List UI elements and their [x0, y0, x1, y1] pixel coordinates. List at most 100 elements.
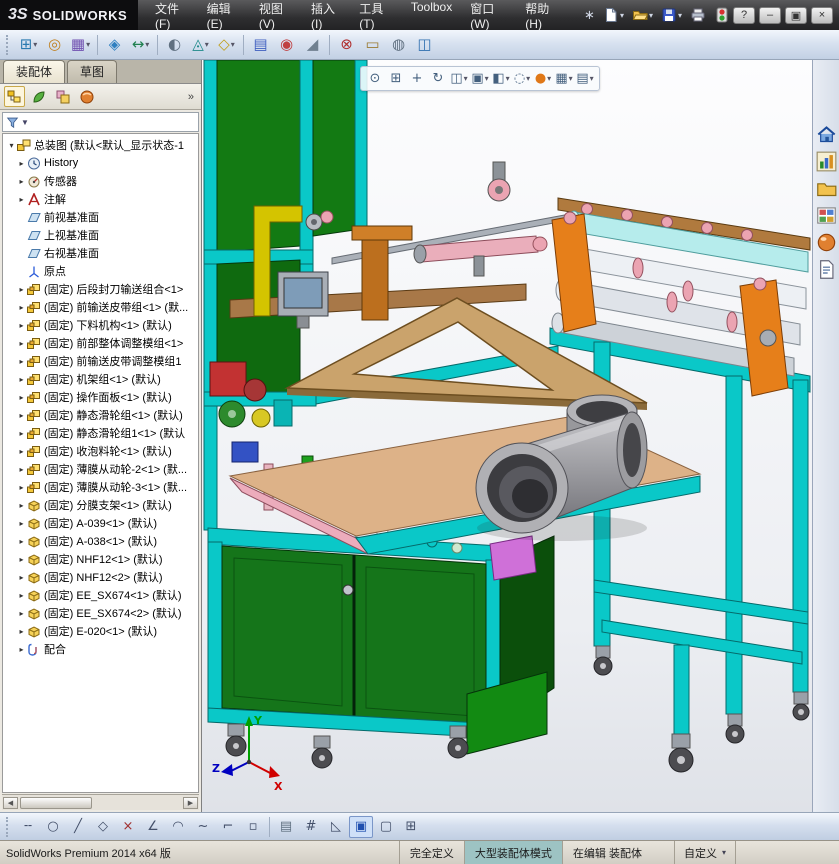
expand-icon[interactable]: ▸ — [16, 483, 27, 492]
save-document-button[interactable]: ▾ — [658, 5, 685, 25]
mass-properties-button[interactable]: ◍ — [386, 33, 411, 57]
show-hidden-components-button[interactable]: ◐ — [162, 33, 187, 57]
file-explorer-tab[interactable] — [816, 178, 837, 199]
tree-item-24[interactable]: ▸ (固定) NHF12<2> (默认) — [3, 568, 198, 586]
interference-detection-button[interactable]: ⊗ — [334, 33, 359, 57]
pan-button[interactable]: + — [407, 68, 427, 89]
tree-item-15[interactable]: ▸ (固定) 静态滑轮组<1> (默认) — [3, 406, 198, 424]
expand-icon[interactable]: ▸ — [16, 339, 27, 348]
3d-scene[interactable]: Y X Z — [202, 60, 812, 812]
design-library-tab[interactable] — [816, 151, 837, 172]
expand-icon[interactable]: ▸ — [16, 519, 27, 528]
expand-icon[interactable]: ▸ — [16, 609, 27, 618]
expand-icon[interactable]: ▸ — [16, 393, 27, 402]
explode-line-sketch-button[interactable]: ◢ — [300, 33, 325, 57]
tree-item-19[interactable]: ▸ (固定) 薄膜从动轮-3<1> (默... — [3, 478, 198, 496]
shaded-sketch-button[interactable]: ▣ — [349, 815, 373, 838]
restore-button[interactable]: ▣ — [785, 6, 807, 24]
tree-item-13[interactable]: ▸ (固定) 机架组<1> (默认) — [3, 370, 198, 388]
tree-item-2[interactable]: ▸ 传感器 — [3, 172, 198, 190]
tree-item-16[interactable]: ▸ (固定) 静态滑轮组1<1> (默认 — [3, 424, 198, 442]
rebuild-button[interactable] — [711, 5, 733, 25]
expand-icon[interactable]: ▸ — [16, 447, 27, 456]
tree-item-12[interactable]: ▸ (固定) 前输送皮带调整模组1 — [3, 352, 198, 370]
expand-icon[interactable]: ▸ — [16, 357, 27, 366]
expand-icon[interactable]: ▸ — [16, 591, 27, 600]
toolbar-grip[interactable] — [6, 816, 10, 837]
tree-item-26[interactable]: ▸ (固定) EE_SX674<2> (默认) — [3, 604, 198, 622]
tab-assembly[interactable]: 装配体 — [3, 60, 66, 83]
bill-of-materials-button[interactable]: ▤ — [248, 33, 273, 57]
tree-item-11[interactable]: ▸ (固定) 前部整体调整模组<1> — [3, 334, 198, 352]
open-document-button[interactable]: ▾ — [629, 5, 656, 25]
reference-geometry-button[interactable]: ◇ ▾ — [214, 33, 239, 57]
expand-icon[interactable]: ▸ — [16, 645, 27, 654]
arc-button[interactable]: ◠ — [166, 816, 190, 838]
view-settings-button[interactable]: ▤ ▾ — [575, 68, 595, 89]
expand-icon[interactable]: ▸ — [16, 411, 27, 420]
expand-icon[interactable]: ▸ — [16, 429, 27, 438]
grid-snap-button[interactable]: # — [299, 816, 323, 838]
section-view-tool-button[interactable]: ◫ — [412, 33, 437, 57]
move-component-button[interactable]: ↔ ▾ — [128, 33, 153, 57]
minimize-button[interactable]: – — [759, 6, 781, 24]
tree-item-23[interactable]: ▸ (固定) NHF12<1> (默认) — [3, 550, 198, 568]
plane-display-button[interactable]: ▢ — [374, 816, 398, 838]
tree-item-4[interactable]: 前视基准面 — [3, 208, 198, 226]
section-view-button[interactable]: ◫ ▾ — [449, 68, 469, 89]
tree-item-27[interactable]: ▸ (固定) E-020<1> (默认) — [3, 622, 198, 640]
centerline-button[interactable]: ╌ — [16, 816, 40, 838]
featuremanager-tree-tab[interactable] — [4, 86, 25, 107]
view-orientation-button[interactable]: ▣ ▾ — [470, 68, 490, 89]
expand-icon[interactable]: ▸ — [16, 537, 27, 546]
tree-item-20[interactable]: ▸ (固定) 分膜支架<1> (默认) — [3, 496, 198, 514]
smart-fasteners-button[interactable]: ◈ — [102, 33, 127, 57]
expand-icon[interactable]: ▸ — [16, 375, 27, 384]
solidworks-resources-tab[interactable] — [816, 124, 837, 145]
tree-item-17[interactable]: ▸ (固定) 收泡料轮<1> (默认) — [3, 442, 198, 460]
assembly-features-button[interactable]: ◬ ▾ — [188, 33, 213, 57]
view-palette-tab[interactable] — [816, 205, 837, 226]
expand-icon[interactable]: ▸ — [16, 195, 27, 204]
tree-hscrollbar[interactable]: ◀ ▶ — [2, 794, 199, 810]
displaymanager-tab[interactable] — [76, 86, 97, 107]
expand-icon[interactable]: ▸ — [16, 177, 27, 186]
tree-item-root[interactable]: ▾ 总装图 (默认<默认_显示状态-1 — [3, 136, 198, 154]
expand-icon[interactable]: ▸ — [16, 501, 27, 510]
measure-button[interactable]: ▭ — [360, 33, 385, 57]
scroll-left-button[interactable]: ◀ — [3, 796, 18, 809]
configurationmanager-tab[interactable] — [52, 86, 73, 107]
appearances-scenes-tab[interactable] — [816, 232, 837, 253]
expand-icon[interactable]: ▸ — [16, 555, 27, 564]
sketch-fillet-button[interactable]: ∠ — [141, 816, 165, 838]
display-style-button[interactable]: ◧ ▾ — [491, 68, 511, 89]
scroll-right-button[interactable]: ▶ — [183, 796, 198, 809]
trim-entities-button[interactable]: × — [116, 816, 140, 838]
expand-icon[interactable]: ▸ — [16, 285, 27, 294]
expand-icon[interactable]: ▸ — [16, 573, 27, 582]
mate-button[interactable]: ◎ — [42, 33, 67, 57]
close-button[interactable]: × — [811, 6, 833, 24]
tree-item-9[interactable]: ▸ (固定) 前输送皮带组<1> (默... — [3, 298, 198, 316]
tree-item-6[interactable]: 右视基准面 — [3, 244, 198, 262]
custom-properties-tab[interactable] — [816, 259, 837, 280]
linear-component-pattern-button[interactable]: ▦ ▾ — [68, 33, 93, 57]
tree-item-5[interactable]: 上视基准面 — [3, 226, 198, 244]
search-button[interactable]: ∗ — [581, 7, 598, 24]
tree-item-3[interactable]: ▸ 注解 — [3, 190, 198, 208]
status-custom-dropdown[interactable]: 自定义 ▾ — [673, 841, 735, 864]
new-document-button[interactable]: ▾ — [600, 5, 627, 25]
tree-item-8[interactable]: ▸ (固定) 后段封刀输送组合<1> — [3, 280, 198, 298]
insert-component-button[interactable]: ⊞ ▾ — [16, 33, 41, 57]
polygon-button[interactable]: ◇ — [91, 816, 115, 838]
expand-icon[interactable]: ▸ — [16, 303, 27, 312]
scrollbar-thumb[interactable] — [20, 796, 92, 809]
panel-more-button[interactable]: » — [185, 91, 197, 103]
expand-icon[interactable]: ▸ — [16, 321, 27, 330]
propertymanager-tab[interactable] — [28, 86, 49, 107]
expand-icon[interactable]: ▸ — [16, 159, 27, 168]
tree-item-18[interactable]: ▸ (固定) 薄膜从动轮-2<1> (默... — [3, 460, 198, 478]
point-button[interactable]: ▫ — [241, 816, 265, 838]
print-document-button[interactable] — [687, 5, 709, 25]
collapse-icon[interactable]: ▾ — [6, 141, 17, 150]
